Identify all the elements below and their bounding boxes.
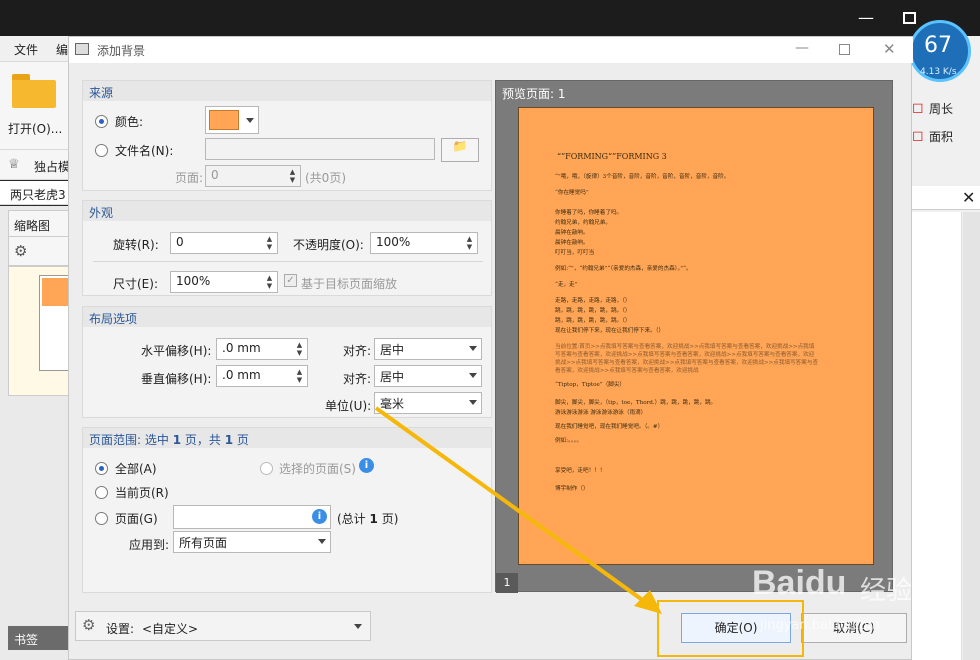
baidu-watermark: Baidu 经验 jingyan.baidu.com — [752, 560, 942, 640]
annotation-arrow — [374, 406, 650, 606]
watermark-url: jingyan.baidu.com — [760, 618, 880, 633]
watermark-text: 经验 — [860, 576, 913, 606]
watermark-brand: Baidu — [752, 564, 847, 602]
